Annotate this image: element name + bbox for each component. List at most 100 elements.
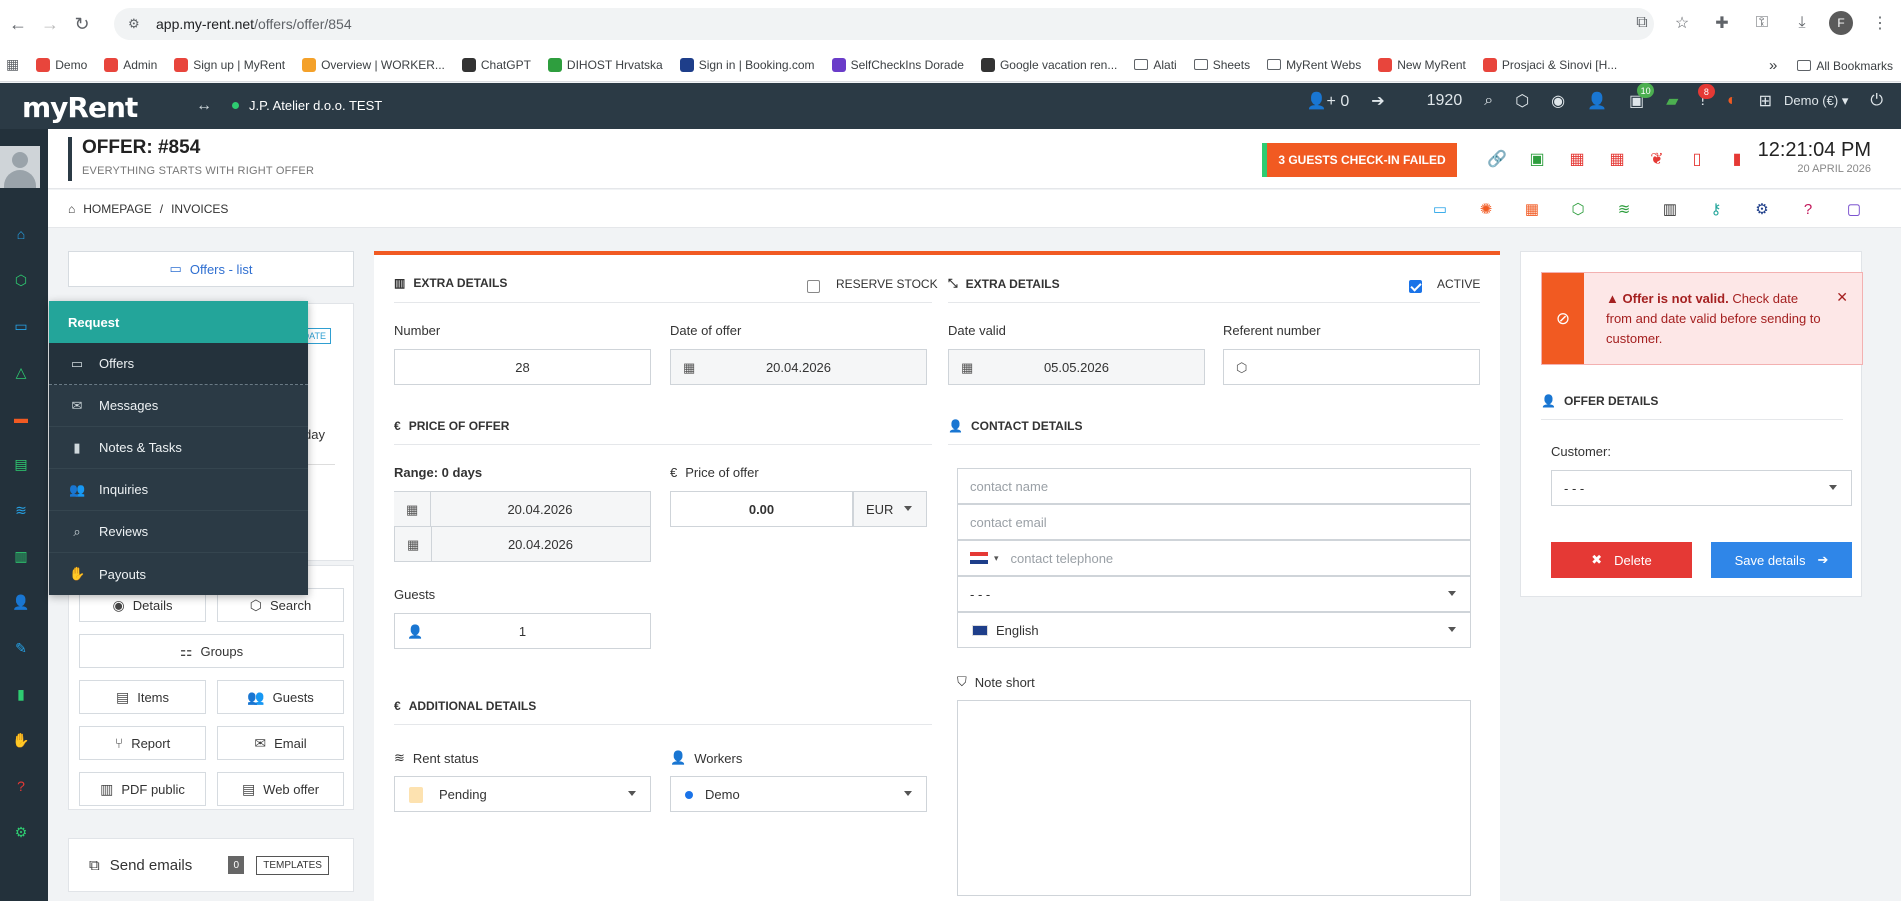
groups-button[interactable]: ⚏ Groups bbox=[79, 634, 344, 668]
bookmark-item[interactable]: Sign in | Booking.com bbox=[679, 57, 815, 72]
apps-icon[interactable]: ▦ bbox=[6, 56, 19, 73]
active-checkbox[interactable] bbox=[1409, 280, 1422, 293]
bookmark-item[interactable]: New MyRent bbox=[1378, 57, 1466, 72]
uk-flag-icon[interactable]: ⊞ bbox=[1759, 91, 1772, 111]
report-tool-icon[interactable]: ▥ bbox=[1661, 200, 1679, 218]
search-icon[interactable]: ⌕ bbox=[1484, 92, 1493, 110]
delete-button[interactable]: ✖ Delete bbox=[1551, 542, 1692, 578]
chart-icon[interactable]: ▮ bbox=[12, 685, 30, 703]
bookmark-item[interactable]: SelfCheckIns Dorade bbox=[831, 57, 964, 72]
bookmark-item[interactable]: Google vacation ren... bbox=[980, 57, 1117, 72]
croatia-flag-icon[interactable] bbox=[970, 552, 988, 564]
offers-rail-icon[interactable]: ▭ bbox=[12, 317, 30, 335]
all-bookmarks[interactable]: All Bookmarks bbox=[1797, 59, 1893, 73]
report-button[interactable]: ⑂ Report bbox=[79, 726, 206, 760]
breadcrumb-invoices[interactable]: INVOICES bbox=[171, 202, 228, 216]
leaf-icon[interactable]: ❦ bbox=[1648, 149, 1666, 169]
more-bookmarks[interactable]: » bbox=[1769, 57, 1777, 74]
app-logo[interactable]: myRent bbox=[22, 91, 138, 124]
breadcrumb-homepage[interactable]: HOMEPAGE bbox=[83, 202, 151, 216]
brain-tool-icon[interactable]: ✺ bbox=[1477, 200, 1495, 218]
calendar-tool-icon[interactable]: ▦ bbox=[1523, 200, 1541, 218]
offers-tool-icon[interactable]: ▭ bbox=[1431, 200, 1449, 218]
rent-status-select[interactable]: Pending bbox=[394, 776, 651, 812]
alert-icon[interactable]: ! 8 bbox=[1697, 84, 1715, 110]
reserve-stock-checkbox[interactable] bbox=[807, 280, 820, 293]
bookmark-item[interactable]: Admin bbox=[104, 57, 157, 72]
book-green-icon[interactable]: ▣ bbox=[1528, 149, 1546, 169]
profile-avatar[interactable]: F bbox=[1829, 11, 1853, 35]
key-tool-icon[interactable]: ⚷ bbox=[1707, 200, 1725, 218]
contact-select[interactable]: - - - bbox=[957, 576, 1471, 612]
extensions-icon[interactable]: ✚ bbox=[1709, 10, 1735, 36]
range-to-input[interactable]: ▦ 20.04.2026 bbox=[394, 526, 651, 562]
user-settings-icon[interactable]: 👤 bbox=[12, 593, 30, 611]
company-name[interactable]: J.P. Atelier d.o.o. TEST bbox=[249, 98, 382, 113]
referent-input[interactable]: ⬡ bbox=[1223, 349, 1480, 385]
address-bar[interactable]: ⚙ app.my-rent.net/offers/offer/854 bbox=[114, 8, 1654, 40]
chat-icon[interactable]: ▰ bbox=[1666, 91, 1678, 111]
back-icon[interactable]: ← bbox=[4, 10, 32, 38]
link-icon[interactable]: 🔗 bbox=[1487, 149, 1507, 169]
handshake-icon[interactable]: ✋ bbox=[12, 731, 30, 749]
help-icon[interactable]: ? bbox=[12, 777, 30, 795]
bookmark-item[interactable]: ChatGPT bbox=[461, 57, 531, 72]
menu-item-notes-tasks[interactable]: ▮ Notes & Tasks bbox=[49, 427, 308, 469]
key-icon[interactable]: ⚿ bbox=[1749, 10, 1775, 36]
menu-item-offers[interactable]: ▭ Offers bbox=[49, 343, 308, 385]
help-tool-icon[interactable]: ? bbox=[1799, 200, 1817, 218]
download-icon[interactable]: ⤓ bbox=[1789, 10, 1815, 36]
bookmark-item[interactable]: DIHOST Hrvatska bbox=[547, 57, 663, 72]
number-input[interactable]: 28 bbox=[394, 349, 651, 385]
menu-item-messages[interactable]: ✉ Messages bbox=[49, 385, 308, 427]
price-input[interactable]: 0.00 bbox=[670, 491, 853, 527]
location-icon[interactable]: ◉ bbox=[1551, 91, 1565, 111]
bookmark-item[interactable]: Overview | WORKER... bbox=[302, 57, 445, 72]
power-icon[interactable]: ⏻ bbox=[1870, 92, 1883, 110]
edit-icon[interactable]: ✎ bbox=[12, 639, 30, 657]
menu-icon[interactable]: ⋮ bbox=[1867, 10, 1893, 36]
layers-tool-icon[interactable]: ≋ bbox=[1615, 200, 1633, 218]
mobile-icon[interactable]: ▯ bbox=[1688, 149, 1706, 169]
date-valid-input[interactable]: ▦ 05.05.2026 bbox=[948, 349, 1205, 385]
monitor-icon[interactable]: ▤ bbox=[12, 455, 30, 473]
book-icon[interactable]: ▣ 10 bbox=[1629, 83, 1655, 111]
header-number[interactable]: 1920 bbox=[1427, 92, 1463, 110]
contact-email-input[interactable]: contact email bbox=[957, 504, 1471, 540]
bookmark-item[interactable]: Sign up | MyRent bbox=[174, 57, 285, 72]
bookmark-folder[interactable]: Alati bbox=[1134, 58, 1177, 72]
bookmark-item[interactable]: Prosjaci & Sinovi [H... bbox=[1482, 57, 1617, 72]
workers-select[interactable]: Demo bbox=[670, 776, 927, 812]
items-button[interactable]: ▤ Items bbox=[79, 680, 206, 714]
settings-tool-icon[interactable]: ⚙ bbox=[1753, 200, 1771, 218]
offers-list-button[interactable]: ▭ Offers - list bbox=[68, 251, 354, 287]
install-app-icon[interactable]: ⧉ bbox=[1629, 10, 1655, 36]
forward-icon[interactable]: → bbox=[36, 10, 64, 38]
bookmark-folder[interactable]: MyRent Webs bbox=[1267, 58, 1361, 72]
menu-item-reviews[interactable]: ⌕ Reviews bbox=[49, 511, 308, 553]
cube-tool-icon[interactable]: ⬡ bbox=[1569, 200, 1587, 218]
customer-select[interactable]: - - - bbox=[1551, 470, 1852, 506]
cube-rail-icon[interactable]: ⬡ bbox=[12, 271, 30, 289]
calendar-icon[interactable]: ▦ bbox=[1568, 149, 1586, 169]
swap-arrows-icon[interactable]: ↔ bbox=[196, 97, 212, 115]
cube-icon[interactable]: ⬡ bbox=[1515, 91, 1529, 111]
mobile-alt-icon[interactable]: ▮ bbox=[1728, 149, 1746, 169]
pdf-public-button[interactable]: ▥ PDF public bbox=[79, 772, 206, 806]
menu-header[interactable]: Request bbox=[49, 301, 308, 343]
menu-item-payouts[interactable]: ✋ Payouts bbox=[49, 553, 308, 595]
guests-input[interactable]: 👤 1 bbox=[394, 613, 651, 649]
arrow-circle-icon[interactable]: ➔ bbox=[1371, 91, 1384, 111]
templates-button[interactable]: TEMPLATES bbox=[256, 855, 329, 875]
contact-phone-input[interactable]: ▾ contact telephone bbox=[957, 540, 1471, 576]
bookmark-item[interactable]: Demo bbox=[36, 57, 87, 72]
language-select[interactable]: English bbox=[957, 612, 1471, 648]
bookmark-folder[interactable]: Sheets bbox=[1193, 58, 1250, 72]
calendar-alt-icon[interactable]: ▦ bbox=[1608, 149, 1626, 169]
email-button[interactable]: ✉ Email bbox=[217, 726, 344, 760]
range-from-input[interactable]: ▦ 20.04.2026 bbox=[394, 491, 651, 527]
account-selector[interactable]: Demo (€) ▾ bbox=[1784, 93, 1848, 109]
car-icon[interactable]: ▬ bbox=[12, 409, 30, 427]
ledger-icon[interactable]: ▥ bbox=[12, 547, 30, 565]
avatar[interactable] bbox=[0, 146, 40, 188]
